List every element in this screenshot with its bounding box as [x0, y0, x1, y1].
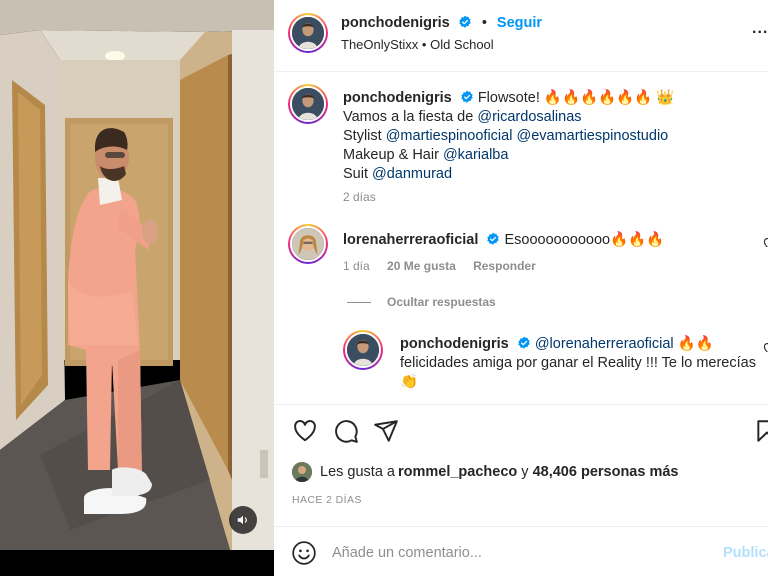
comment-time[interactable]: 1 día: [343, 259, 370, 273]
follow-button[interactable]: Seguir: [497, 15, 542, 31]
comment-input[interactable]: [332, 542, 712, 564]
likes-count[interactable]: 48,406 personas más: [533, 464, 679, 480]
commenter-username[interactable]: lorenaherreraoficial: [343, 232, 478, 248]
caption-time[interactable]: 2 días: [343, 190, 376, 204]
author-avatar[interactable]: [288, 13, 328, 53]
post-header: ponchodenigris • Seguir: [341, 15, 542, 31]
comment-meta: 1 día 20 Me gusta Responder: [343, 259, 550, 273]
profile-picture: [292, 228, 324, 260]
header-divider: [274, 71, 768, 72]
reply: ponchodenigris @lorenaherreraoficial 🔥🔥 …: [400, 335, 760, 392]
caption-line-suit: Suit: [343, 166, 373, 182]
composer-divider: [274, 526, 768, 527]
publish-button[interactable]: Publicar: [723, 545, 768, 561]
smiley-icon: [292, 541, 316, 565]
caption-line-makeup: Makeup & Hair: [343, 147, 443, 163]
comment-text: Esooooooooooo: [504, 232, 611, 248]
caption-line-stylist: Stylist: [343, 128, 386, 144]
comment-emoji: 🔥🔥🔥: [610, 232, 665, 248]
bookmark-icon: [757, 420, 768, 442]
mention-link[interactable]: @danmurad: [372, 166, 452, 182]
comment-button[interactable]: [333, 418, 359, 444]
profile-picture: [292, 88, 324, 120]
comment-bubble-icon: [335, 420, 358, 443]
caption-username[interactable]: ponchodenigris: [343, 90, 452, 106]
separator-dot: •: [481, 15, 487, 31]
comment: lorenaherreraoficial Esooooooooooo🔥🔥🔥: [343, 231, 664, 250]
paper-plane-icon: [374, 420, 398, 442]
verified-badge-icon: [518, 336, 530, 349]
save-button[interactable]: [754, 418, 768, 444]
caption-text: Flowsote!: [477, 90, 540, 106]
share-button[interactable]: [373, 418, 399, 444]
likes-prefix: Les gusta a: [320, 464, 395, 480]
hide-replies-button[interactable]: Ocultar respuestas: [347, 295, 496, 309]
reply-emoji: 🔥🔥: [677, 336, 714, 352]
verified-badge-icon: [461, 90, 473, 103]
hide-replies-label: Ocultar respuestas: [387, 295, 496, 309]
author-username[interactable]: ponchodenigris: [341, 15, 450, 31]
mention-link[interactable]: @lorenaherreraoficial: [535, 336, 674, 352]
comment-like-heart-icon[interactable]: [763, 237, 768, 247]
comment-likes[interactable]: 20 Me gusta: [387, 259, 456, 273]
mention-link[interactable]: @martiespinooficial: [386, 128, 513, 144]
liker-username[interactable]: rommel_pacheco: [398, 464, 517, 480]
replies-dash: [347, 302, 371, 304]
post-timestamp[interactable]: HACE 2 DÍAS: [292, 494, 362, 506]
likes-summary: Les gusta a rommel_pacheco y 48,406 pers…: [292, 462, 678, 482]
profile-picture: [292, 17, 324, 49]
profile-picture: [347, 334, 379, 366]
caption-emoji: 🔥🔥🔥🔥🔥🔥 👑: [543, 90, 675, 106]
commenter-avatar[interactable]: [288, 224, 328, 264]
mention-link[interactable]: @ricardosalinas: [477, 109, 581, 125]
mention-link[interactable]: @evamartiespinostudio: [516, 128, 668, 144]
mention-link[interactable]: @karialba: [443, 147, 509, 163]
emoji-picker-button[interactable]: [291, 540, 317, 566]
like-button[interactable]: [292, 418, 318, 444]
actions-divider: [274, 404, 768, 405]
caption-avatar[interactable]: [288, 84, 328, 124]
reply-text: felicidades amiga por ganar el Reality !…: [400, 355, 756, 371]
heart-icon: [294, 420, 316, 442]
speaker-icon: [237, 515, 247, 525]
likes-middle: y: [517, 464, 533, 480]
more-options-button[interactable]: ...: [752, 20, 768, 38]
reply-username[interactable]: ponchodenigris: [400, 336, 509, 352]
reply-like-heart-icon[interactable]: [763, 342, 768, 352]
post-details-panel: ponchodenigris • Seguir TheOnlyStixx • O…: [274, 0, 768, 576]
liker-avatar[interactable]: [292, 462, 312, 482]
reply-clap-emoji: 👏: [400, 374, 419, 390]
reply-author-avatar[interactable]: [343, 330, 383, 370]
caption-line-party: Vamos a la fiesta de: [343, 109, 478, 125]
post-media[interactable]: [0, 0, 274, 576]
caption: ponchodenigris Flowsote! 🔥🔥🔥🔥🔥🔥 👑 Vamos …: [343, 89, 753, 184]
verified-badge-icon: [459, 15, 471, 28]
audio-toggle-button[interactable]: [229, 506, 257, 534]
audio-track[interactable]: TheOnlyStixx • Old School: [341, 37, 494, 52]
video-frame: [0, 0, 274, 550]
verified-badge-icon: [487, 232, 500, 245]
reply-button[interactable]: Responder: [473, 259, 536, 273]
